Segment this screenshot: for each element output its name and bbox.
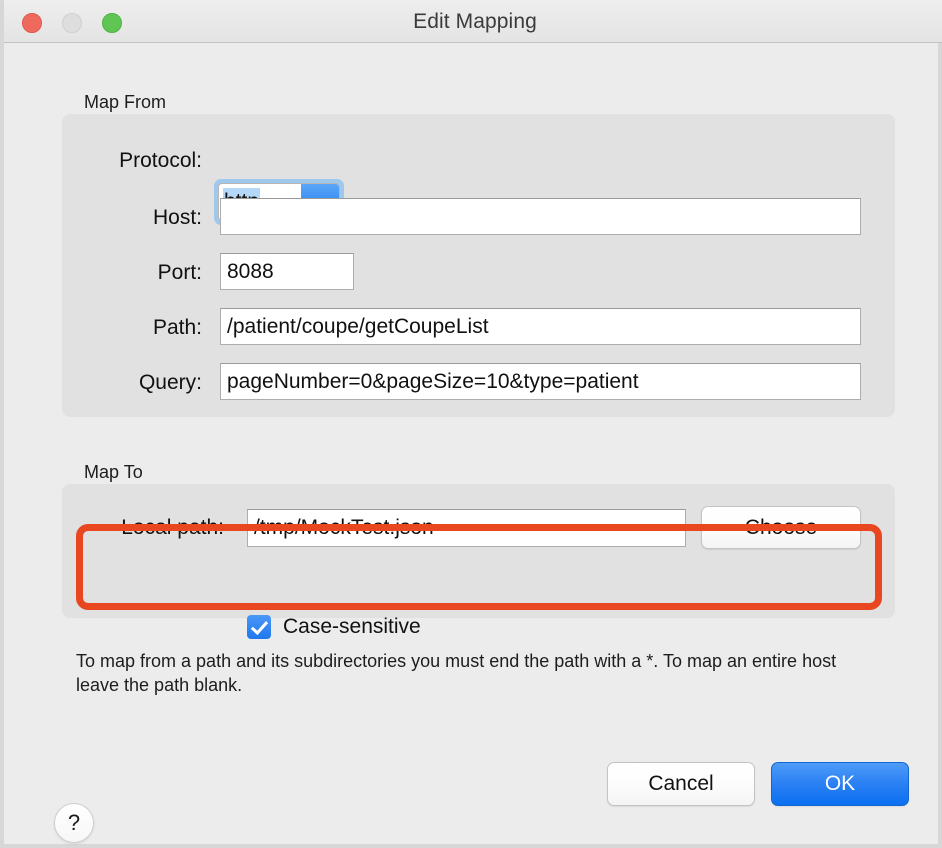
case-sensitive-label: Case-sensitive [283,615,421,639]
port-input[interactable]: 8088 [220,253,354,290]
dialog-content: Map From Protocol: http Host: Port: 8088… [4,43,942,848]
path-input[interactable]: /patient/coupe/getCoupeList [220,308,861,345]
help-description: To map from a path and its subdirectorie… [76,650,866,698]
edit-mapping-window: Edit Mapping Map From Protocol: http Hos… [0,0,942,848]
case-sensitive-row[interactable]: Case-sensitive [247,615,421,639]
port-label: Port: [54,262,202,283]
protocol-label: Protocol: [54,150,202,171]
path-label: Path: [54,317,202,338]
window-title: Edit Mapping [4,10,942,34]
host-label: Host: [54,207,202,228]
ok-button[interactable]: OK [771,762,909,806]
title-bar: Edit Mapping [4,0,942,43]
map-to-group-label: Map To [84,462,143,483]
local-path-input[interactable]: /tmp/MockTest.json [247,509,686,547]
host-input[interactable] [220,198,861,235]
choose-button[interactable]: Choose [701,506,861,549]
cancel-button[interactable]: Cancel [607,762,755,806]
map-to-groupbox [62,484,895,618]
query-label: Query: [54,372,202,393]
help-button[interactable]: ? [54,803,94,843]
local-path-label: Local path: [54,517,224,538]
case-sensitive-checkbox[interactable] [247,615,271,639]
map-from-group-label: Map From [84,92,166,113]
query-input[interactable]: pageNumber=0&pageSize=10&type=patient [220,363,861,400]
